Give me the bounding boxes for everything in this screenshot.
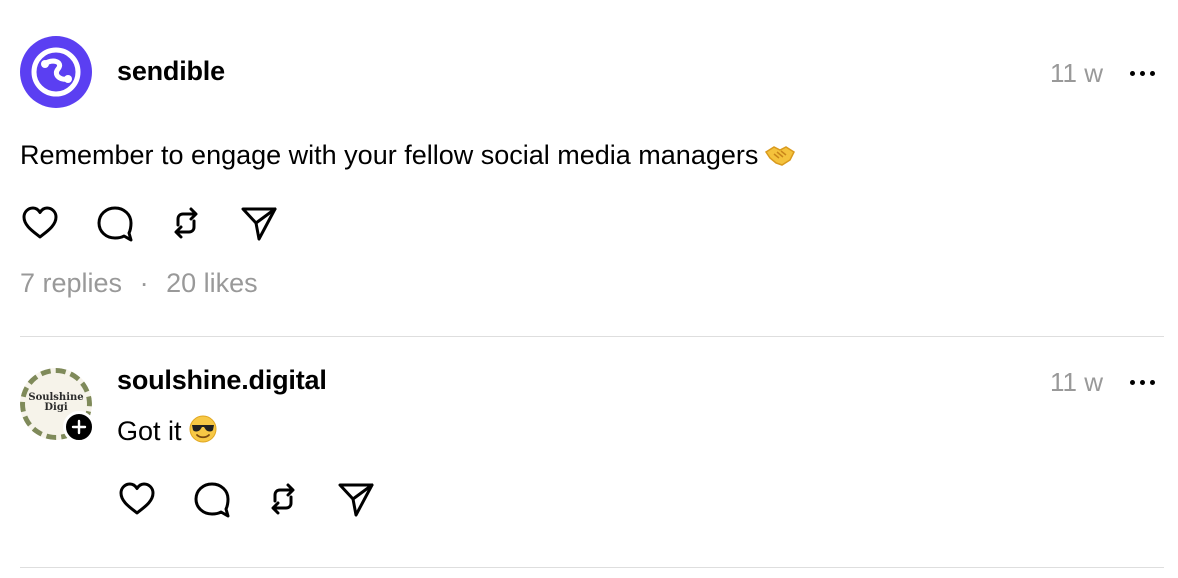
thread-reply: Soulshine Digi soulshine.digital 11 w Go… xyxy=(0,337,1178,568)
stats-separator: · xyxy=(139,268,149,298)
more-options-button[interactable] xyxy=(1128,376,1160,390)
heart-icon xyxy=(119,482,155,515)
send-icon xyxy=(241,207,277,241)
heart-icon xyxy=(22,206,58,239)
post-timestamp[interactable]: 11 w xyxy=(1050,367,1103,398)
dot xyxy=(1150,71,1155,76)
reply-button[interactable] xyxy=(192,479,232,519)
username[interactable]: sendible xyxy=(117,56,225,87)
repost-icon xyxy=(271,483,295,515)
like-button[interactable] xyxy=(117,479,157,519)
repost-button[interactable] xyxy=(263,479,303,519)
send-icon xyxy=(338,483,374,517)
likes-count-link[interactable]: 20 likes xyxy=(166,268,258,299)
more-options-button[interactable] xyxy=(1128,67,1160,81)
post-timestamp[interactable]: 11 w xyxy=(1050,58,1103,89)
share-button[interactable] xyxy=(239,203,279,243)
dot xyxy=(1130,71,1135,76)
post-text: Got it xyxy=(117,414,218,451)
replies-count-link[interactable]: 7 replies xyxy=(20,268,122,299)
speech-bubble-icon xyxy=(97,206,133,242)
plus-icon xyxy=(71,419,87,435)
post-stats: 7 replies · 20 likes xyxy=(20,268,258,299)
like-button[interactable] xyxy=(20,203,60,243)
avatar-image-text: Soulshine Digi xyxy=(26,393,86,413)
repost-button[interactable] xyxy=(166,203,206,243)
thread-post: sendible 11 w Remember to engage with yo… xyxy=(0,0,1178,337)
share-button[interactable] xyxy=(336,479,376,519)
username[interactable]: soulshine.digital xyxy=(117,365,327,396)
reply-button[interactable] xyxy=(95,203,135,243)
avatar[interactable] xyxy=(20,36,92,108)
follow-button[interactable] xyxy=(63,411,95,443)
dot xyxy=(1140,380,1145,385)
sendible-logo-icon xyxy=(31,47,81,97)
post-text: Remember to engage with your fellow soci… xyxy=(20,140,796,175)
divider xyxy=(20,567,1164,568)
post-text-content: Got it xyxy=(117,416,182,446)
handshake-emoji-icon xyxy=(764,142,796,175)
dot xyxy=(1150,380,1155,385)
post-text-content: Remember to engage with your fellow soci… xyxy=(20,140,759,170)
sunglasses-emoji-icon xyxy=(188,414,218,451)
repost-icon xyxy=(174,207,198,239)
dot xyxy=(1130,380,1135,385)
dot xyxy=(1140,71,1145,76)
speech-bubble-icon xyxy=(194,482,230,518)
